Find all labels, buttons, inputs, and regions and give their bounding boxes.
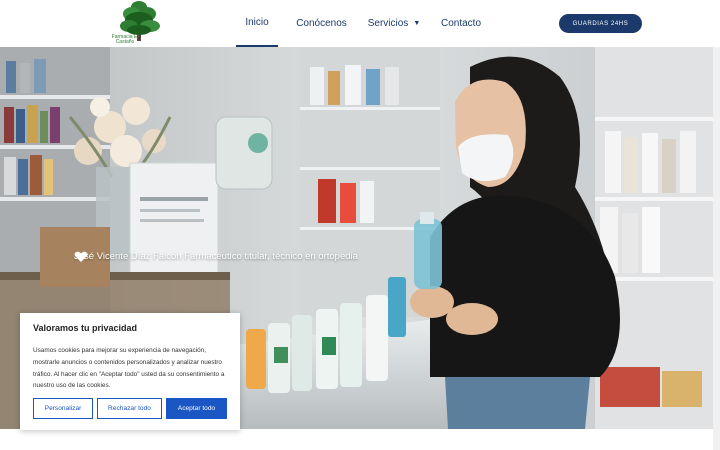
nav-label: Inicio [245,17,269,28]
nav-item-conocenos[interactable]: Conócenos [286,0,357,47]
right-shelves [595,47,713,429]
logo[interactable]: Farmacia El Castaño [110,0,168,47]
page: Farmacia El Castaño Inicio Conócenos Ser… [0,0,720,450]
nav-item-contacto[interactable]: Contacto [430,0,492,47]
logo-text: Farmacia El Castaño [111,34,139,45]
nav-item-servicios[interactable]: Servicios ▼ [363,0,425,47]
nav-label: Conócenos [296,18,347,29]
pharmacist-caption: José Vicente Díaz Falcón Farmacéutico ti… [74,251,358,262]
caption-text: José Vicente Díaz Falcón Farmacéutico ti… [74,251,358,262]
customize-button[interactable]: Personalizar [33,398,93,419]
heart-icon [74,251,88,262]
nav-item-inicio[interactable]: Inicio [236,0,278,47]
main-nav: Inicio Conócenos Servicios ▼ Contacto [236,0,492,47]
guardias-button[interactable]: GUARDIAS 24HS [559,14,642,33]
scrollbar[interactable] [713,47,720,450]
accept-all-button[interactable]: Aceptar todo [166,398,227,419]
cookie-banner: Valoramos tu privacidad Usamos cookies p… [20,313,240,430]
nav-label: Contacto [440,18,482,29]
cookie-title: Valoramos tu privacidad [33,323,138,333]
cookie-body: Usamos cookies para mejorar su experienc… [33,347,225,390]
reject-all-button[interactable]: Rechazar todo [97,398,162,419]
nav-label: Servicios [367,18,409,29]
caret-down-icon: ▼ [413,20,421,27]
site-header: Farmacia El Castaño Inicio Conócenos Ser… [0,0,720,47]
cookie-actions: Personalizar Rechazar todo Aceptar todo [33,398,227,419]
